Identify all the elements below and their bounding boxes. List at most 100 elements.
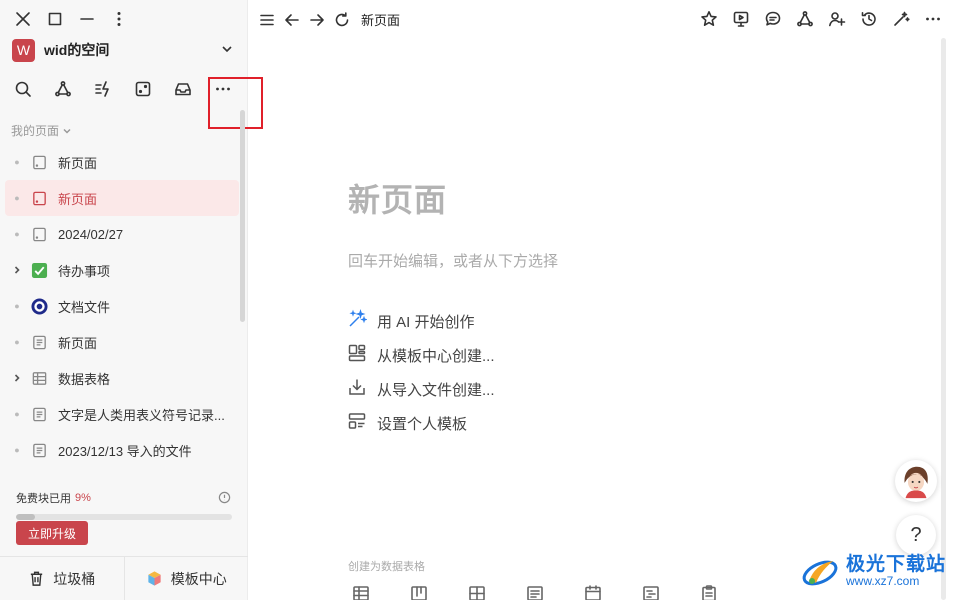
template-center-button[interactable]: 模板中心: [123, 557, 249, 600]
workspace-switcher[interactable]: W wid的空间: [12, 38, 236, 62]
gallery-view-icon[interactable]: [468, 584, 486, 600]
watermark-logo-icon: [802, 560, 838, 586]
minimize-icon[interactable]: [78, 10, 96, 28]
page-item-label: 新页面: [58, 155, 98, 171]
usage-percent: 9%: [75, 492, 91, 504]
database-type-icons: [352, 584, 718, 600]
action-ai-create[interactable]: 用 AI 开始创作: [347, 304, 495, 338]
page-title: 新页面: [361, 13, 401, 28]
search-icon[interactable]: [14, 80, 32, 98]
info-icon[interactable]: [218, 491, 232, 505]
present-icon[interactable]: [732, 10, 750, 28]
blank-page-icon: [29, 224, 49, 244]
maximize-icon[interactable]: [46, 10, 64, 28]
usage-meter: 免费块已用 9%: [16, 490, 232, 520]
chevron-right-icon[interactable]: [11, 373, 23, 383]
document-title[interactable]: 新页面: [348, 175, 447, 221]
ai-magic-icon[interactable]: [892, 10, 910, 28]
usage-bar: [16, 514, 232, 520]
timeline-view-icon[interactable]: [642, 584, 660, 600]
page-item-label: 待办事项: [58, 263, 111, 279]
calendar-view-icon[interactable]: [584, 584, 602, 600]
action-label: 设置个人模板: [377, 415, 468, 433]
upgrade-button[interactable]: 立即升级: [16, 521, 88, 545]
sidebar-page-item[interactable]: ● 新页面: [5, 180, 239, 216]
bullet-icon: ●: [14, 409, 20, 419]
sidebar-page-item[interactable]: ● 新页面: [5, 324, 239, 360]
watermark-url: www.xz7.com: [846, 573, 920, 588]
main-topbar: 新页面: [258, 10, 400, 29]
action-label: 用 AI 开始创作: [377, 313, 475, 331]
blank-page-icon: [29, 152, 49, 172]
sidebar-page-item[interactable]: 数据表格: [5, 360, 239, 396]
create-actions: 用 AI 开始创作 从模板中心创建... 从导入文件创建... 设置个人模板: [347, 304, 495, 440]
workspace-name: wid的空间: [44, 42, 110, 58]
page-item-label: 2024/02/27: [58, 226, 124, 242]
bullet-icon: ●: [14, 337, 20, 347]
assistant-avatar[interactable]: [895, 460, 937, 502]
more-icon[interactable]: [924, 10, 942, 28]
close-icon[interactable]: [14, 10, 32, 28]
menu-icon[interactable]: [258, 11, 276, 29]
highlight-annotation-box: [208, 77, 263, 129]
document-icon: [29, 332, 49, 352]
sidebar-page-item[interactable]: ● 新页面: [5, 144, 239, 180]
comment-icon[interactable]: [764, 10, 782, 28]
trash-label: 垃圾桶: [53, 570, 96, 587]
list-view-icon[interactable]: [526, 584, 544, 600]
watermark-title: 极光下载站: [846, 553, 947, 575]
board-view-icon[interactable]: [410, 584, 428, 600]
random-page-icon[interactable]: [134, 80, 152, 98]
more-vertical-icon[interactable]: [110, 10, 128, 28]
bullet-icon: ●: [14, 229, 20, 239]
bullet-icon: ●: [14, 301, 20, 311]
page-item-label: 新页面: [58, 335, 98, 351]
bullet-icon: ●: [14, 157, 20, 167]
database-section-label: 创建为数据表格: [348, 561, 425, 573]
bullet-icon: ●: [14, 445, 20, 455]
star-icon[interactable]: [700, 10, 718, 28]
graph-icon[interactable]: [54, 80, 72, 98]
table-view-icon[interactable]: [352, 584, 370, 600]
refresh-icon[interactable]: [333, 11, 351, 29]
page-tree: ● 新页面 ● 新页面 ● 2024/02/27 待办事项 ● 文档文件 ● 新页面 数据表格 ● 文字是…: [5, 144, 239, 468]
sidebar-scrollbar[interactable]: [240, 110, 245, 322]
bullet-icon: ●: [14, 193, 20, 203]
inbox-icon[interactable]: [174, 80, 192, 98]
sidebar-page-item[interactable]: ● 2024/02/27: [5, 216, 239, 252]
history-icon[interactable]: [860, 10, 878, 28]
template-cube-icon: [148, 571, 161, 586]
ai-magic-icon: [347, 309, 377, 333]
back-arrow-icon[interactable]: [283, 11, 301, 29]
graph-icon[interactable]: [796, 10, 814, 28]
sidebar-page-item[interactable]: ● 2023/12/13 导入的文件: [5, 432, 239, 468]
workspace-avatar: W: [12, 38, 35, 62]
template-center-label: 模板中心: [170, 570, 227, 587]
chevron-right-icon[interactable]: [11, 265, 23, 275]
section-my-pages[interactable]: 我的页面: [11, 122, 72, 139]
forward-arrow-icon[interactable]: [308, 11, 326, 29]
sidebar-page-item[interactable]: ● 文字是人类用表义符号记录...: [5, 396, 239, 432]
sidebar-bottom-bar: 垃圾桶 模板中心: [0, 556, 248, 600]
trash-button[interactable]: 垃圾桶: [0, 557, 124, 600]
document-icon: [29, 404, 49, 424]
usage-bar-fill: [16, 514, 36, 520]
page-item-label: 2023/12/13 导入的文件: [58, 443, 192, 459]
topbar-actions: [700, 10, 942, 28]
page-item-label: 文字是人类用表义符号记录...: [58, 407, 225, 423]
quick-actions-icon[interactable]: [94, 80, 112, 98]
action-label: 从导入文件创建...: [377, 381, 495, 399]
sidebar-page-item[interactable]: 待办事项: [5, 252, 239, 288]
blank-page-icon: [29, 188, 49, 208]
import-icon: [347, 377, 377, 401]
action-personal-template[interactable]: 设置个人模板: [347, 406, 495, 440]
share-user-icon[interactable]: [828, 10, 846, 28]
action-from-import[interactable]: 从导入文件创建...: [347, 372, 495, 406]
chevron-down-icon[interactable]: [220, 42, 236, 58]
form-view-icon[interactable]: [700, 584, 718, 600]
sidebar-page-item[interactable]: ● 文档文件: [5, 288, 239, 324]
action-from-template[interactable]: 从模板中心创建...: [347, 338, 495, 372]
personal-template-icon: [347, 411, 377, 435]
main-scrollbar[interactable]: [941, 38, 946, 600]
template-icon: [347, 343, 377, 367]
